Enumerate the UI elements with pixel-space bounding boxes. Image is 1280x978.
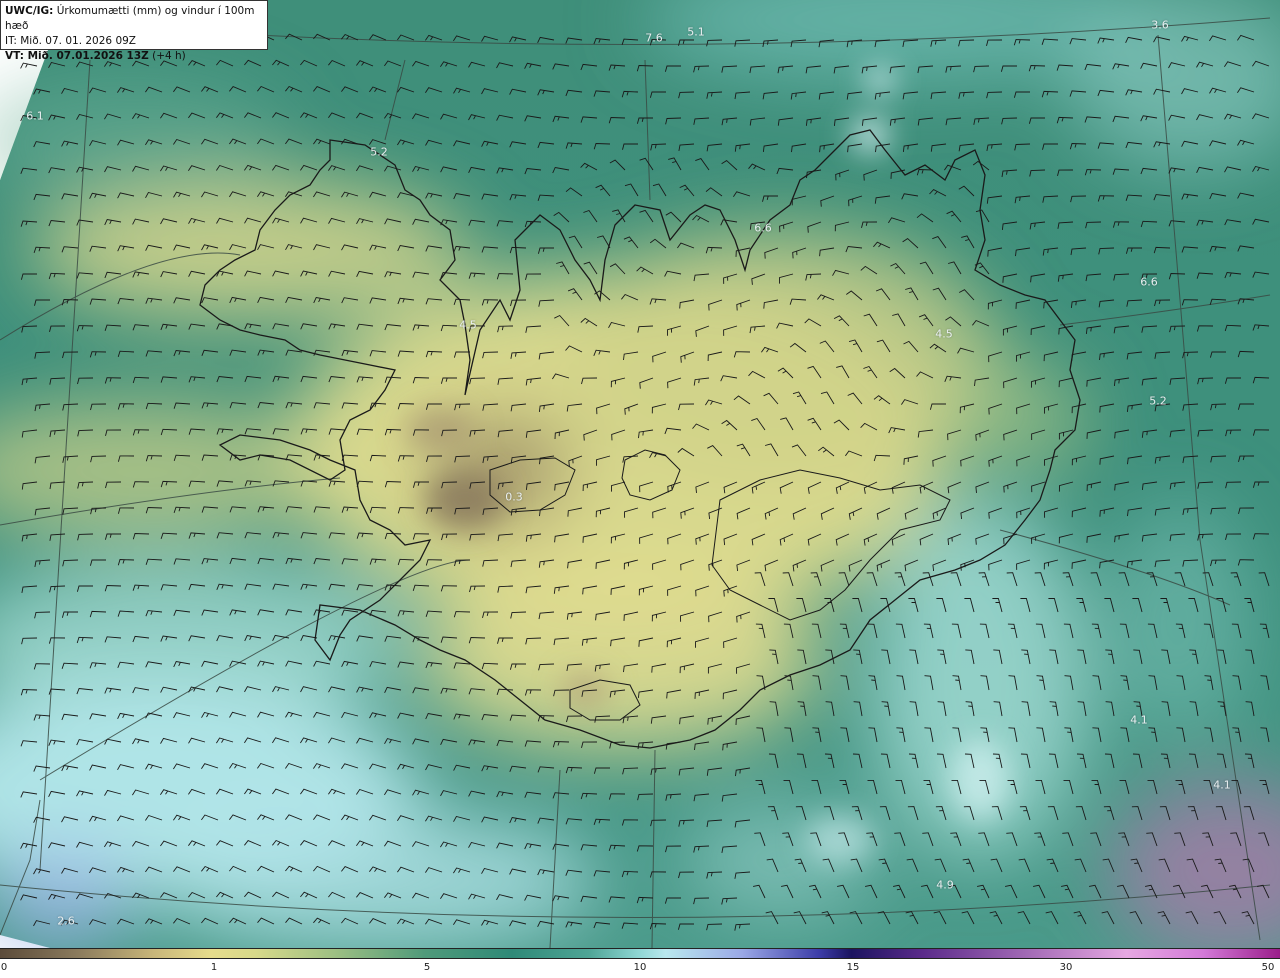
map-value-label: 6.6 [754, 221, 772, 235]
model-name: UWC/IG: [5, 5, 54, 17]
map-value-label: 4.1 [1130, 713, 1148, 727]
map-value-label: 4.9 [936, 878, 954, 892]
map-value-label: 3.6 [1151, 18, 1169, 32]
initial-time: IT: Mið. 07. 01. 2026 09Z [5, 35, 136, 47]
colorbar [0, 948, 1280, 959]
map-viewer: UWC/IG: Úrkomumætti (mm) og vindur í 100… [0, 0, 1280, 978]
map-value-label: 6.1 [26, 109, 44, 123]
colorbar-tick-label: 5 [423, 962, 431, 973]
colorbar-tick-label: 30 [1059, 962, 1073, 973]
map-value-label: 5.2 [370, 145, 388, 159]
map-value-label: 2.6 [57, 914, 75, 928]
map-header: UWC/IG: Úrkomumætti (mm) og vindur í 100… [0, 0, 268, 62]
colorbar-tick-label: 1 [210, 962, 218, 973]
valid-time-value: VT: Mið. 07.01.2026 13Z [5, 50, 149, 62]
precipitation-map [0, 0, 1280, 948]
map-value-label: 7.6 [645, 31, 663, 45]
valid-time: VT: Mið. 07.01.2026 13Z (+4 h) [5, 49, 263, 64]
colorbar-tick-label: 10 [633, 962, 647, 973]
map-value-label: 5.2 [1149, 394, 1167, 408]
forecast-offset: (+4 h) [148, 50, 186, 62]
map-value-label: 4.1 [1213, 778, 1231, 792]
map-value-label: 0.3 [505, 490, 523, 504]
map-value-label: 5.1 [687, 25, 705, 39]
title-line: UWC/IG: Úrkomumætti (mm) og vindur í 100… [5, 4, 263, 34]
map-value-label: 4.5 [459, 318, 477, 332]
colorbar-tick-label: 15 [846, 962, 860, 973]
colorbar-tick-label: 50 [1261, 962, 1275, 973]
map-value-label: 6.6 [1140, 275, 1158, 289]
colorbar-tick-label: 0 [0, 962, 8, 973]
map-value-label: 4.5 [935, 327, 953, 341]
